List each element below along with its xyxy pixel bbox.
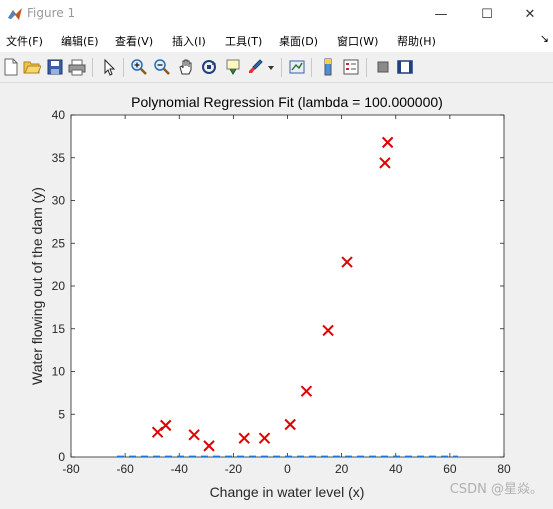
data-cursor-icon[interactable]	[224, 58, 242, 76]
menu-edit[interactable]: 编辑(E)	[61, 33, 99, 49]
zoom-out-icon[interactable]	[153, 58, 171, 76]
window-titlebar: Figure 1 — ☐ ✕	[0, 0, 553, 28]
minimize-button[interactable]: —	[418, 0, 464, 28]
print-icon[interactable]	[68, 58, 86, 76]
open-file-icon[interactable]	[23, 58, 41, 76]
x-tick-label: -20	[225, 462, 243, 476]
plot-canvas[interactable]: Polynomial Regression Fit (lambda = 100.…	[0, 83, 553, 505]
menu-window[interactable]: 窗口(W)	[337, 33, 378, 49]
x-axis-label: Change in water level (x)	[210, 484, 365, 500]
y-tick-label: 35	[52, 151, 66, 165]
y-tick-label: 0	[58, 450, 65, 464]
x-tick-label: -40	[171, 462, 189, 476]
x-tick-label: 0	[284, 462, 291, 476]
toolbar-separator	[366, 58, 367, 77]
x-tick-label: 80	[497, 462, 511, 476]
window-title: Figure 1	[27, 6, 76, 20]
menu-file[interactable]: 文件(F)	[6, 33, 43, 49]
colorbar-icon[interactable]	[319, 58, 337, 76]
watermark: CSDN @星焱。	[449, 482, 543, 497]
axes-background	[70, 114, 505, 458]
menu-view[interactable]: 查看(V)	[115, 33, 153, 49]
new-figure-icon[interactable]	[2, 58, 20, 76]
matlab-app-icon	[8, 8, 22, 20]
y-tick-label: 5	[58, 407, 65, 421]
y-tick-label: 25	[52, 236, 66, 250]
y-tick-label: 10	[52, 365, 66, 379]
menu-tools[interactable]: 工具(T)	[225, 33, 262, 49]
x-tick-label: 20	[335, 462, 349, 476]
x-tick-label: -60	[116, 462, 134, 476]
toolbar-separator	[92, 58, 93, 77]
show-plot-tools-icon[interactable]	[396, 58, 414, 76]
brush-dropdown-icon[interactable]	[266, 58, 276, 76]
y-tick-label: 40	[52, 108, 66, 122]
menu-bar: 文件(F) 编辑(E) 查看(V) 插入(I) 工具(T) 桌面(D) 窗口(W…	[0, 28, 553, 52]
toolbar-separator	[123, 58, 124, 77]
zoom-in-icon[interactable]	[130, 58, 148, 76]
select-arrow-icon[interactable]	[100, 58, 118, 76]
figure-area: Polynomial Regression Fit (lambda = 100.…	[0, 83, 553, 505]
toolbar	[0, 52, 553, 83]
y-axis-label: Water flowing out of the dam (y)	[29, 187, 45, 385]
close-button[interactable]: ✕	[507, 0, 553, 28]
y-tick-label: 20	[52, 279, 66, 293]
x-tick-label: 60	[443, 462, 457, 476]
x-tick-label: 40	[389, 462, 403, 476]
link-plot-icon[interactable]	[288, 58, 306, 76]
legend-icon[interactable]	[342, 58, 360, 76]
hide-plot-tools-icon[interactable]	[374, 58, 392, 76]
menu-desktop[interactable]: 桌面(D)	[279, 33, 318, 49]
y-tick-label: 30	[52, 194, 66, 208]
maximize-button[interactable]: ☐	[464, 0, 510, 28]
menu-overflow-icon[interactable]: ↘	[540, 32, 549, 45]
menu-insert[interactable]: 插入(I)	[172, 33, 206, 49]
brush-icon[interactable]	[246, 58, 264, 76]
menu-help[interactable]: 帮助(H)	[397, 33, 436, 49]
toolbar-separator	[281, 58, 282, 77]
chart-title: Polynomial Regression Fit (lambda = 100.…	[131, 94, 443, 110]
x-tick-label: -80	[62, 462, 80, 476]
y-tick-label: 15	[52, 322, 66, 336]
save-icon[interactable]	[46, 58, 64, 76]
rotate-3d-icon[interactable]	[200, 58, 218, 76]
toolbar-separator	[311, 58, 312, 77]
pan-hand-icon[interactable]	[177, 58, 195, 76]
